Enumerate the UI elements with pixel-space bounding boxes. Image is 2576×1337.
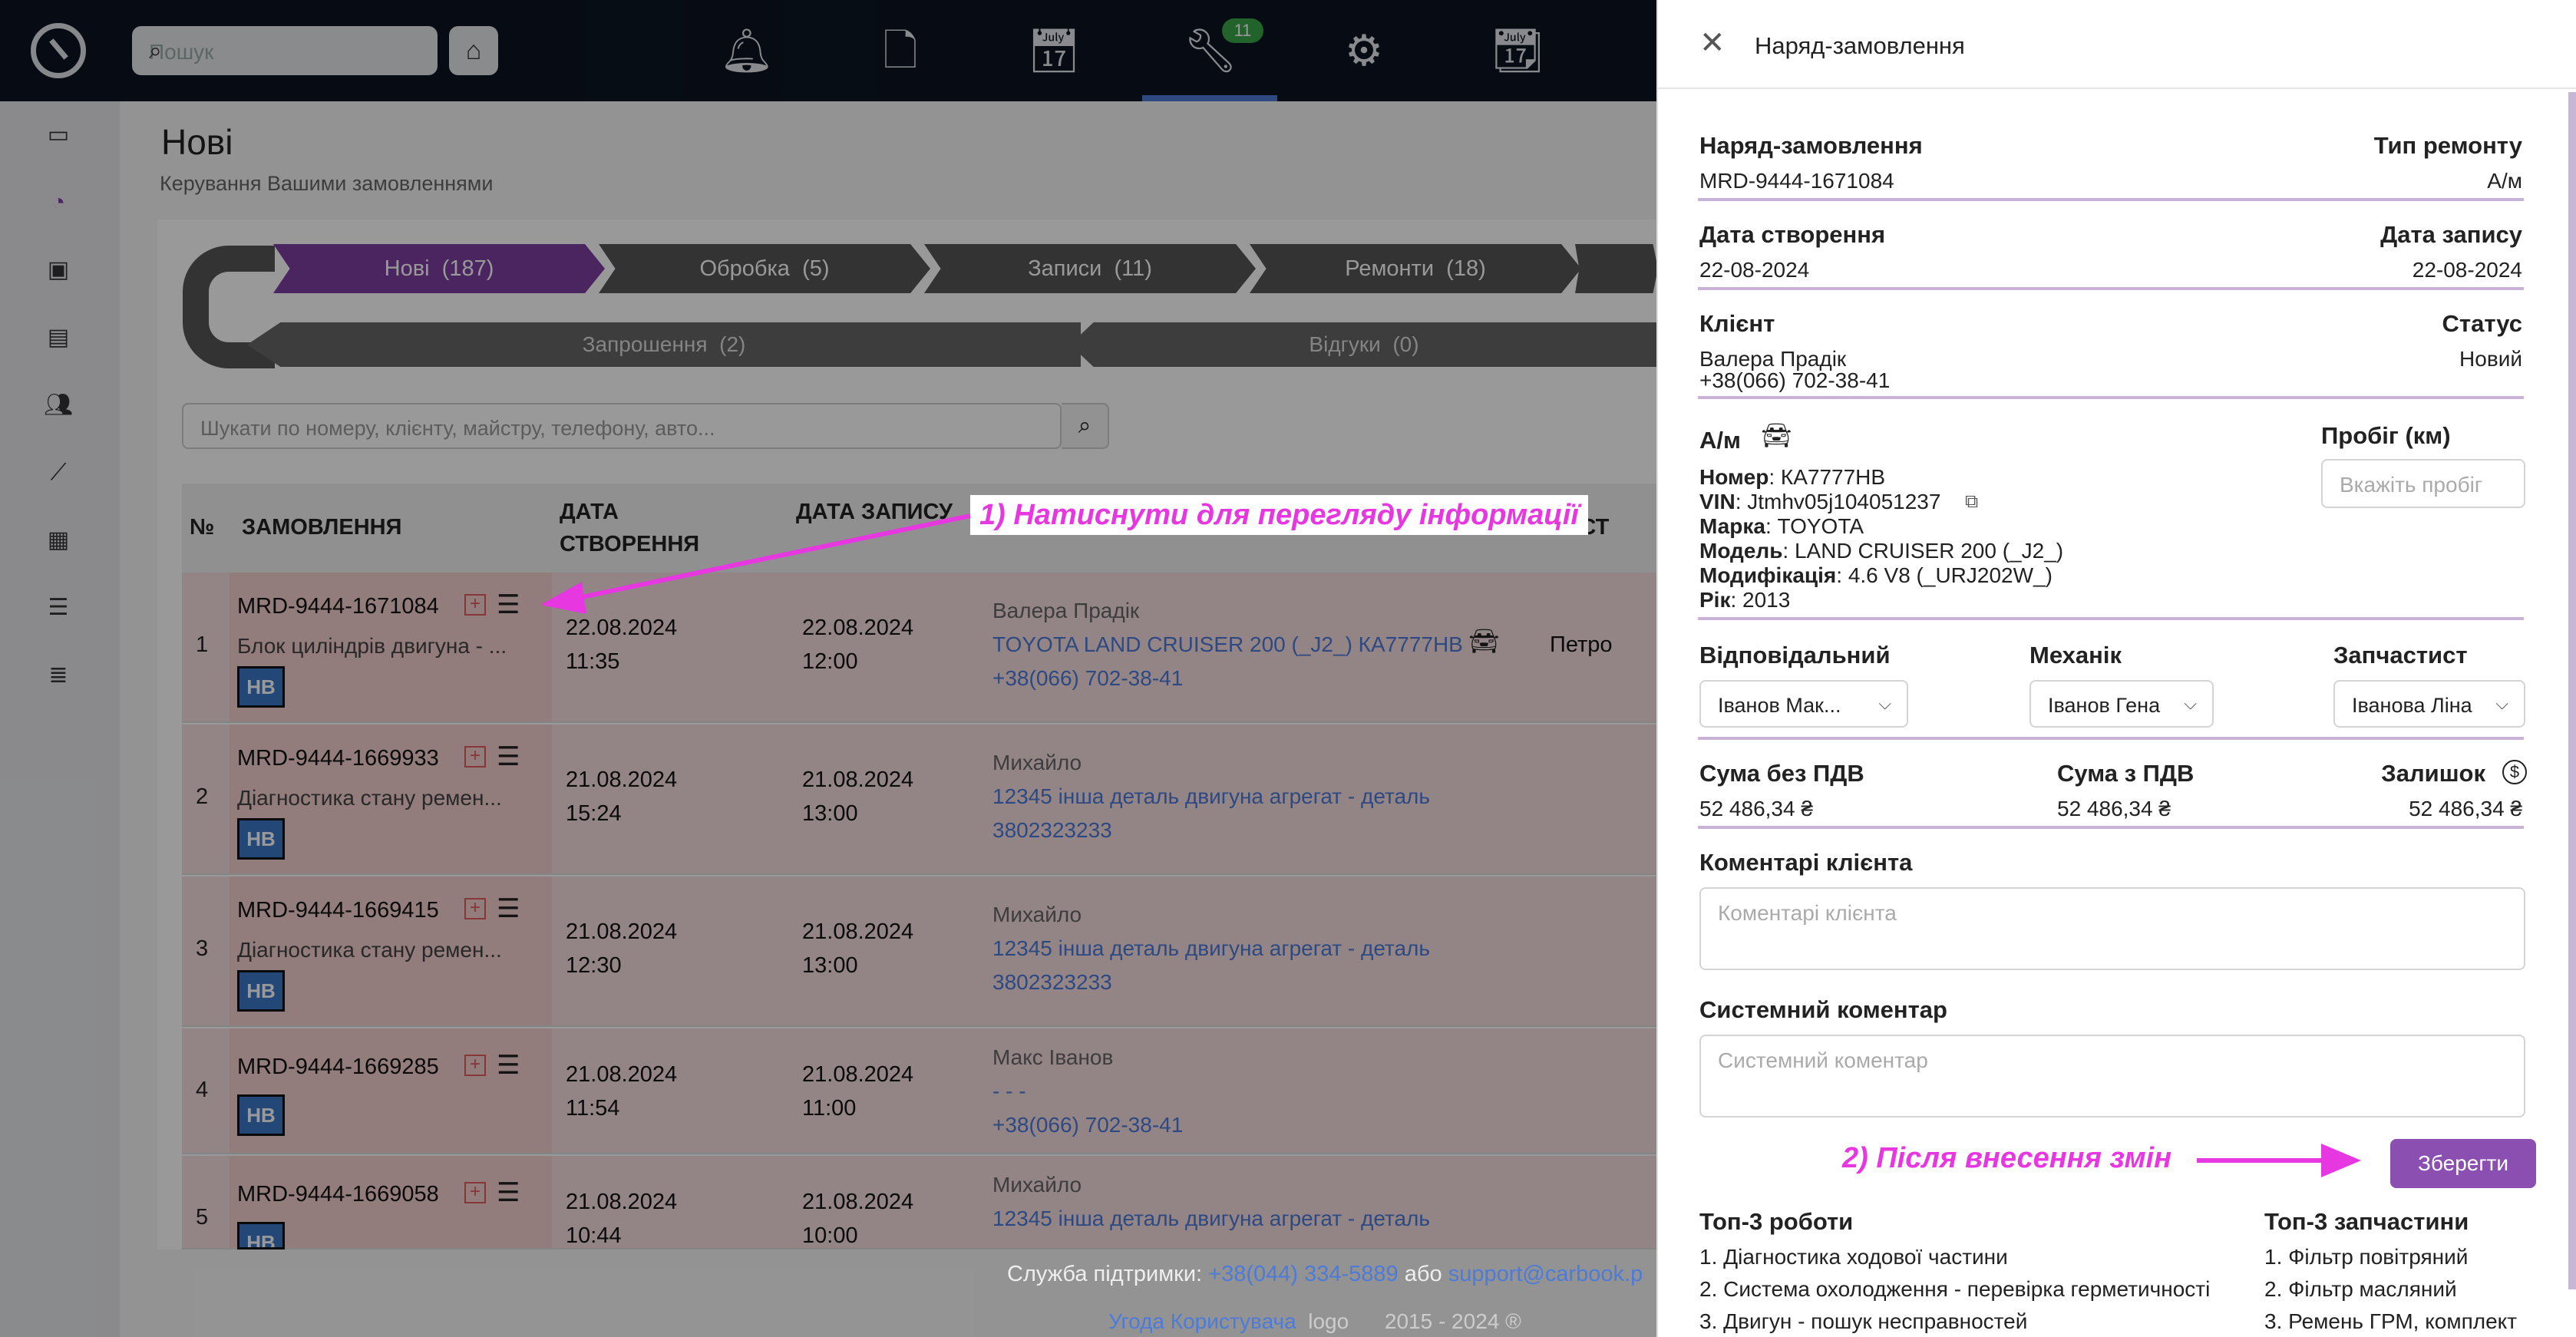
annotation-arrows [540, 513, 2361, 1177]
annotation-arrowhead-2 [2321, 1144, 2361, 1177]
annotation-arrow-1 [573, 513, 971, 601]
annotation-arrowhead-1 [540, 582, 586, 614]
